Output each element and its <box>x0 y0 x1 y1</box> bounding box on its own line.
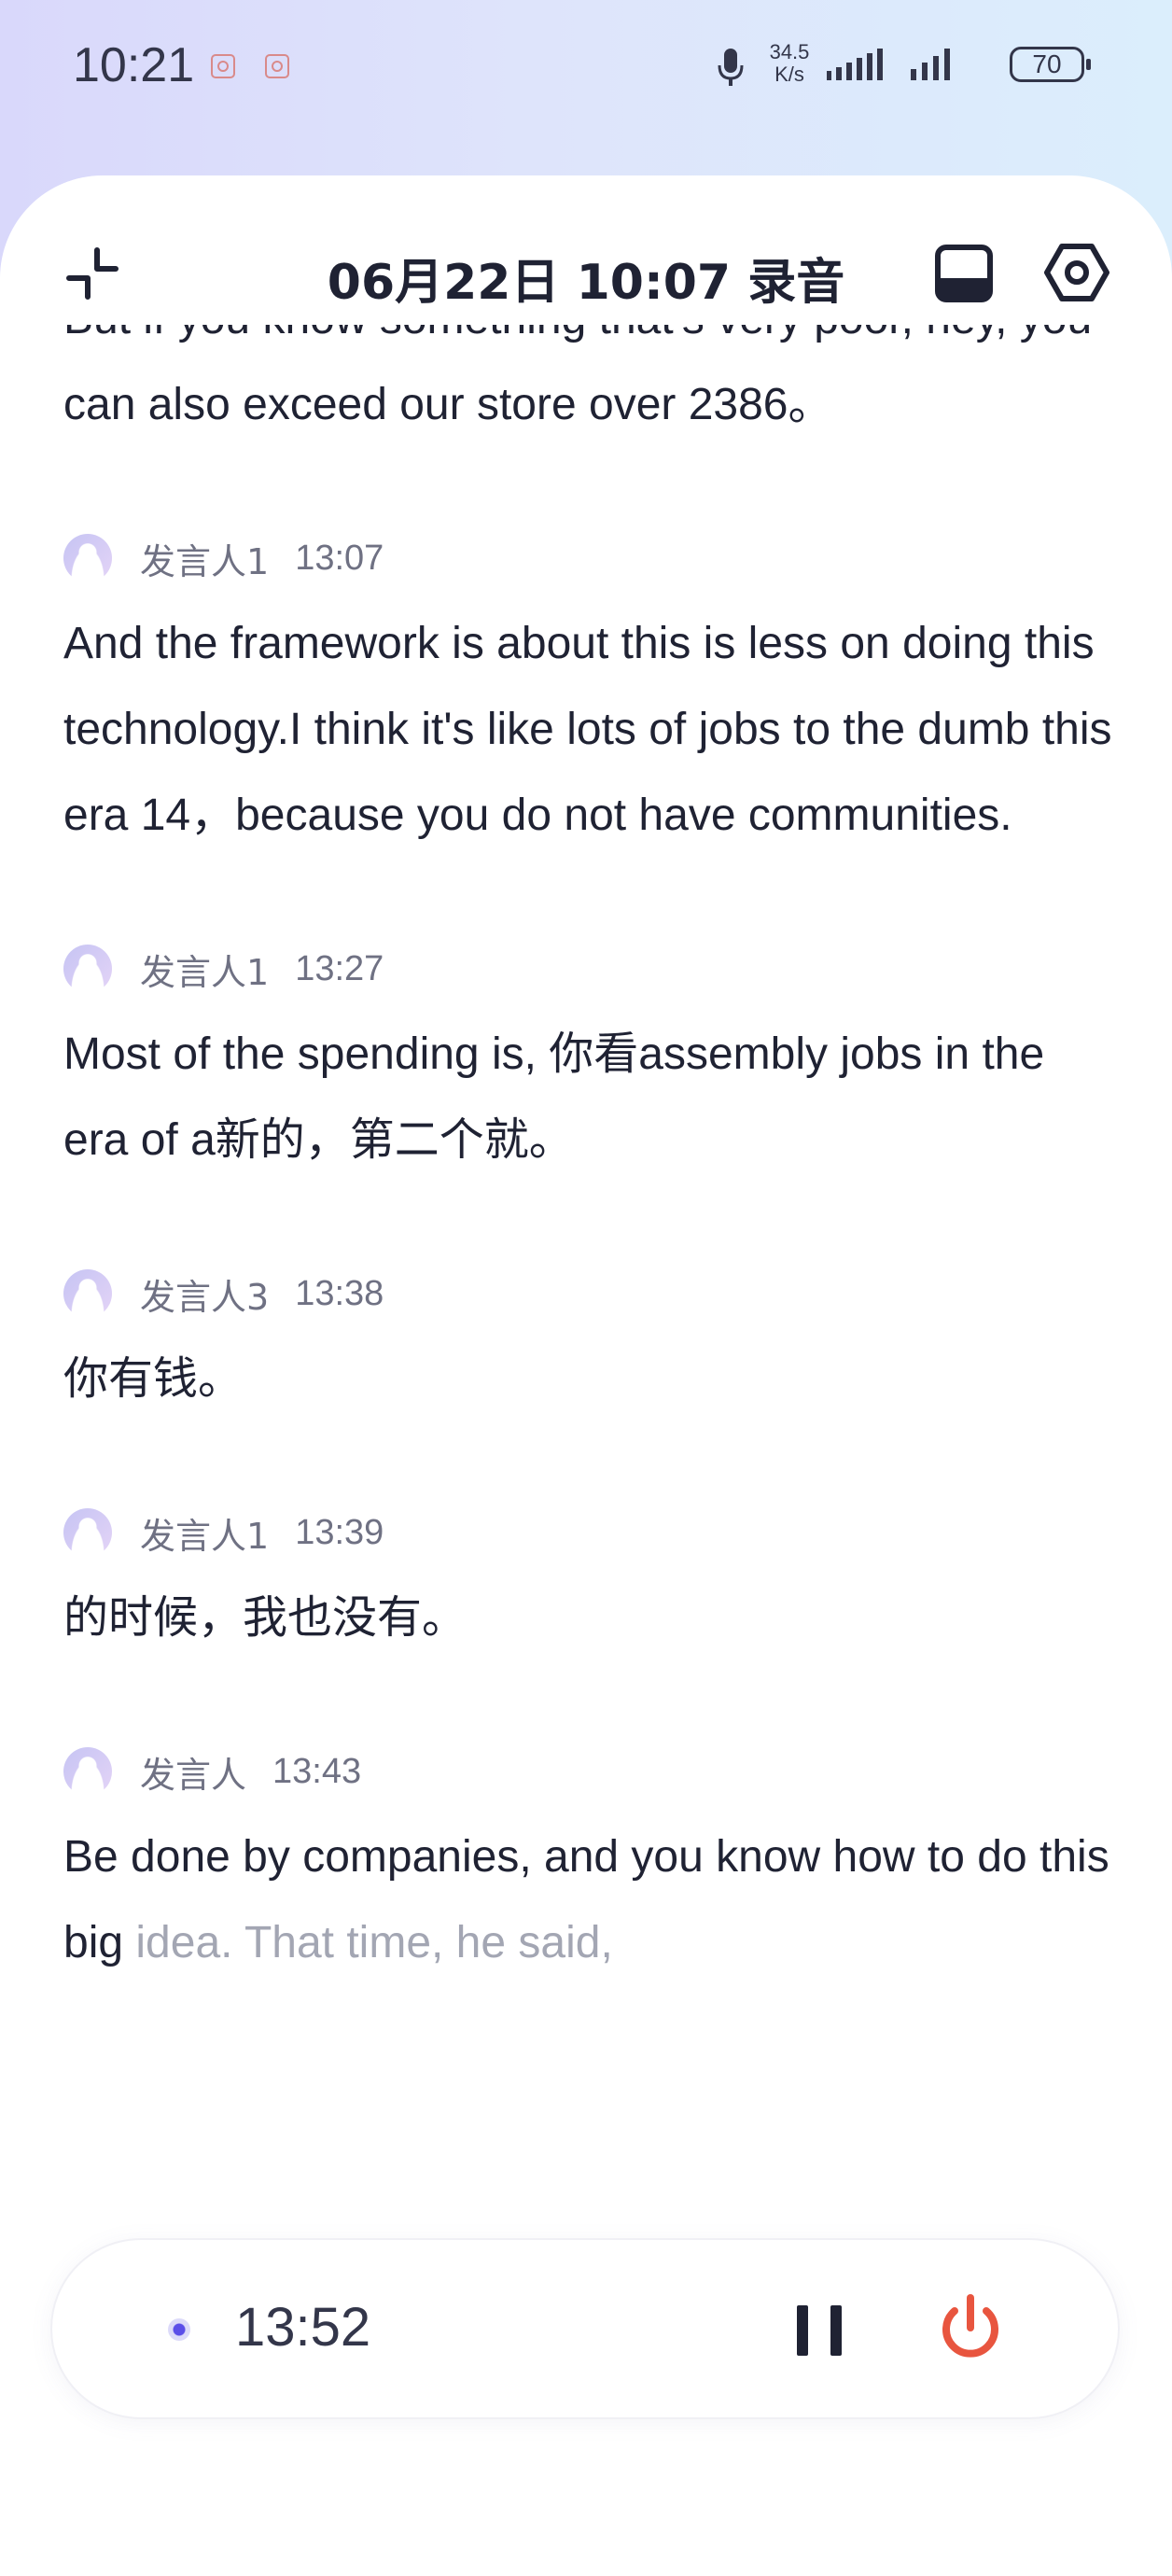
pause-button[interactable] <box>789 2296 855 2363</box>
avatar <box>63 1269 112 1318</box>
speaker-name[interactable]: 发言人1 <box>140 1507 269 1559</box>
avatar <box>63 945 112 993</box>
transcript-entry: 发言人3 13:38 你有钱。 <box>63 1267 1118 1422</box>
notification-icon <box>211 54 235 78</box>
recording-indicator-icon <box>168 2318 190 2341</box>
stop-recording-icon[interactable] <box>931 2290 1010 2369</box>
transcript-text: Be done by companies, and you know how t… <box>63 1814 1118 1986</box>
avatar <box>63 1508 112 1557</box>
transcript-text: But if you know something that's very po… <box>63 325 1092 429</box>
entry-timestamp: 13:38 <box>295 1273 384 1313</box>
entry-meta: 发言人1 13:07 <box>63 532 1118 584</box>
recording-control-bar: 13:52 <box>50 2238 1120 2419</box>
battery-indicator: 70 <box>1010 47 1091 82</box>
transcript-text: Most of the spending is, 你看assembly jobs… <box>63 1029 1045 1165</box>
microphone-icon <box>718 49 744 86</box>
transcript-entry: But if you know something that's very po… <box>63 325 1118 448</box>
page-title: 06月22日 10:07 录音 <box>327 255 845 311</box>
speaker-name[interactable]: 发言人 <box>140 1746 246 1798</box>
transcript-text: 的时候，我也没有。 <box>63 1593 467 1643</box>
transcript-entry: 发言人1 13:07 And the framework is about th… <box>63 532 1118 859</box>
speaker-name[interactable]: 发言人1 <box>140 944 269 995</box>
entry-timestamp: 13:43 <box>272 1751 362 1791</box>
entry-meta: 发言人1 13:27 <box>63 943 1118 995</box>
transcript-entry: 发言人1 13:39 的时候，我也没有。 <box>63 1506 1118 1661</box>
cellular-signal-icon <box>911 49 950 80</box>
avatar <box>63 1747 112 1796</box>
network-speed-value: 34.5 <box>769 40 810 63</box>
cellular-signal-icon <box>827 49 883 80</box>
status-time: 10:21 <box>73 38 195 92</box>
header: 06月22日 10:07 录音 <box>0 175 1172 325</box>
entry-meta: 发言人3 13:38 <box>63 1267 1118 1320</box>
transcript-text: And the framework is about this is less … <box>63 619 1112 840</box>
panel-icon[interactable] <box>933 243 995 304</box>
transcript-entry: 发言人 13:43 Be done by companies, and you … <box>63 1745 1118 1986</box>
settings-icon[interactable] <box>1043 239 1110 306</box>
pause-icon <box>797 2305 808 2356</box>
elapsed-time: 13:52 <box>235 2297 371 2358</box>
avatar <box>63 534 112 582</box>
transcript-text: 你有钱。 <box>63 1354 244 1404</box>
entry-timestamp: 13:07 <box>295 538 384 578</box>
entry-meta: 发言人1 13:39 <box>63 1506 1118 1559</box>
network-speed-unit: K/s <box>774 63 804 86</box>
network-speed: 34.5 K/s <box>761 41 817 86</box>
recording-sheet: 06月22日 10:07 录音 But if you know somethin… <box>0 175 1172 2576</box>
entry-timestamp: 13:39 <box>295 1512 384 1552</box>
entry-meta: 发言人 13:43 <box>63 1745 1118 1798</box>
transcript-list: But if you know something that's very po… <box>63 325 1118 2247</box>
speaker-name[interactable]: 发言人3 <box>140 1268 269 1320</box>
pause-icon <box>830 2305 842 2356</box>
transcript-entry: 发言人1 13:27 Most of the spending is, 你看as… <box>63 943 1118 1183</box>
status-bar: 10:21 34.5 K/s 70 <box>0 0 1172 140</box>
notification-icon <box>265 54 289 78</box>
transcript-pending-text: idea. That time, he said, <box>135 1918 613 1967</box>
entry-timestamp: 13:27 <box>295 948 384 988</box>
speaker-name[interactable]: 发言人1 <box>140 533 269 584</box>
